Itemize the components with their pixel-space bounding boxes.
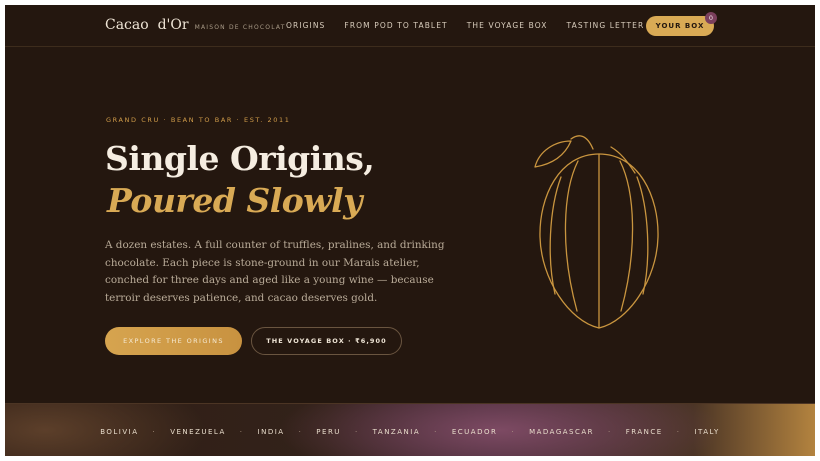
explore-origins-button[interactable]: EXPLORE THE ORIGINS: [105, 327, 242, 355]
origin-separator: ·: [608, 428, 612, 436]
hero-description: A dozen estates. A full counter of truff…: [105, 239, 445, 304]
brand-logo[interactable]: Cacao d'Or MAISON DE CHOCOLAT: [105, 17, 286, 33]
origin-separator: ·: [152, 428, 157, 436]
hero-title-line1: Single Origins,: [105, 139, 375, 178]
origin-separator: ·: [434, 428, 438, 436]
origin-separator: ·: [239, 428, 244, 436]
nav-link-tasting-letter[interactable]: TASTING LETTER: [566, 21, 644, 30]
origin-item-venezuela[interactable]: VENEZUELA: [170, 428, 226, 436]
cacao-pod-icon: [534, 135, 659, 329]
origin-item-ecuador[interactable]: ECUADOR: [452, 428, 498, 436]
origin-item-india[interactable]: INDIA: [258, 428, 285, 436]
top-nav: Cacao d'Or MAISON DE CHOCOLAT ORIGINS FR…: [5, 5, 815, 47]
origin-item-madagascar[interactable]: MADAGASCAR: [529, 428, 594, 436]
nav-links: ORIGINS FROM POD TO TABLET THE VOYAGE BO…: [286, 21, 663, 30]
brand-tagline: MAISON DE CHOCOLAT: [194, 24, 286, 31]
box-count-badge: 0: [705, 12, 717, 24]
origin-item-bolivia[interactable]: BOLIVIA: [100, 428, 138, 436]
voyage-box-button[interactable]: THE VOYAGE BOX · ₹6,900: [251, 327, 402, 355]
origin-item-france[interactable]: FRANCE: [626, 428, 663, 436]
your-box-button[interactable]: YOUR BOX: [646, 16, 714, 36]
origins-list: BOLIVIA · VENEZUELA · INDIA · PERU · TANZANIA · EC…: [5, 428, 815, 436]
origin-separator: ·: [354, 428, 359, 436]
origin-item-tanzania[interactable]: TANZANIA: [373, 428, 420, 436]
origins-strip: BOLIVIA · VENEZUELA · INDIA · PERU · TANZANIA · EC…: [5, 403, 815, 456]
origin-separator: ·: [298, 428, 303, 436]
origin-item-peru[interactable]: PERU: [316, 428, 341, 436]
origin-item-italy[interactable]: ITALY: [694, 428, 719, 436]
origin-separator: ·: [676, 428, 681, 436]
origin-separator: ·: [511, 428, 516, 436]
brand-name-suffix: d'Or: [157, 17, 189, 33]
nav-link-pod-to-tablet[interactable]: FROM POD TO TABLET: [344, 21, 447, 30]
nav-link-origins[interactable]: ORIGINS: [286, 21, 325, 30]
nav-link-voyage-box[interactable]: THE VOYAGE BOX: [467, 21, 548, 30]
hero-eyebrow: GRAND CRU · BEAN TO BAR · EST. 2011: [106, 116, 291, 124]
brand-name: Cacao d'Or: [105, 17, 189, 33]
hero-title-line2: Poured Slowly: [107, 181, 362, 220]
page-frame: Cacao d'Or MAISON DE CHOCOLAT ORIGINS FR…: [5, 5, 815, 456]
